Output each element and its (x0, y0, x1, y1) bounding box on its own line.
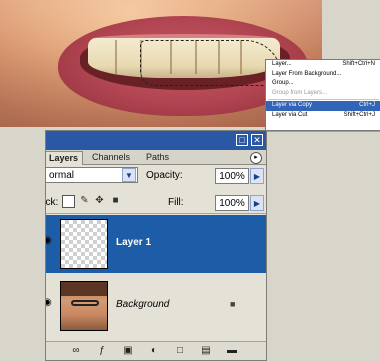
lock-all-icon[interactable]: ■ (110, 195, 121, 206)
menu-item-label: Layer From Background... (272, 70, 342, 77)
blend-opacity-row: ormal ▼ Opacity: 100% ▶ (46, 165, 266, 187)
panel-footer: ∞ ƒ ▣ ◐ □ ▤ ▬ (46, 341, 266, 360)
add-mask-icon[interactable]: ▣ (122, 345, 134, 357)
close-icon[interactable]: ✕ (251, 134, 263, 146)
panel-tabs: Layers Channels Paths (46, 150, 266, 165)
menu-item-group-from-layers: Group from Layers... (266, 89, 380, 99)
opacity-field[interactable]: 100% (215, 168, 249, 184)
menu-item-layer-from-background[interactable]: Layer From Background... (266, 70, 380, 80)
lock-position-icon[interactable]: ✥ (94, 195, 105, 206)
tab-channels[interactable]: Channels (88, 151, 134, 164)
new-layer-menu: Layer... Shift+Ctrl+N Layer From Backgro… (265, 59, 380, 131)
lock-icon: ■ (230, 299, 236, 309)
lock-transparency-icon[interactable] (62, 195, 75, 208)
opacity-label: Opacity: (146, 170, 183, 181)
lock-label: ock: (45, 197, 59, 208)
lock-fill-row: ock: ✎ ✥ ■ Fill: 100% ▶ (46, 192, 266, 214)
menu-item-layer-via-cut[interactable]: Layer via Cut Shift+Ctrl+J (266, 111, 380, 121)
minimize-icon[interactable]: □ (236, 134, 248, 146)
menu-item-group[interactable]: Group... (266, 79, 380, 89)
eye-icon[interactable]: ◉ (46, 236, 53, 246)
layer-name[interactable]: Background (116, 299, 169, 311)
panel-menu-icon[interactable]: ▸ (250, 152, 262, 164)
menu-item-shortcut: Shift+Ctrl+N (342, 61, 375, 67)
chevron-down-icon[interactable]: ▼ (122, 168, 136, 182)
menu-item-label: Group... (272, 80, 294, 86)
menu-item-shortcut: Shift+Ctrl+J (343, 111, 375, 118)
layer-style-icon[interactable]: ƒ (96, 345, 108, 357)
menu-item-label: Layer via Cut (272, 111, 308, 118)
menu-separator (268, 99, 379, 100)
fill-label: Fill: (168, 197, 184, 208)
marquee-selection[interactable] (140, 40, 282, 86)
thumbnail-glasses (71, 300, 99, 306)
menu-item-label: Layer via Copy (272, 102, 313, 108)
lock-pixels-icon[interactable]: ✎ (79, 195, 90, 206)
new-layer-icon[interactable]: ▤ (200, 345, 212, 357)
fill-field[interactable]: 100% (215, 195, 249, 211)
menu-item-new-layer[interactable]: Layer... Shift+Ctrl+N (266, 60, 380, 70)
layer-row-layer-1[interactable]: ◉ Layer 1 (46, 215, 266, 273)
fill-slider-button[interactable]: ▶ (250, 195, 264, 211)
panel-divider (46, 213, 266, 214)
tab-layers[interactable]: Layers (46, 151, 84, 165)
menu-item-label: Layer... (272, 61, 292, 67)
layers-panel: □ ✕ Layers Channels Paths ▸ ormal ▼ Opac… (45, 130, 267, 361)
panel-titlebar[interactable]: □ ✕ (46, 131, 266, 150)
adjustment-layer-icon[interactable]: ◐ (148, 345, 160, 357)
link-layers-icon[interactable]: ∞ (70, 345, 82, 357)
layer-name[interactable]: Layer 1 (116, 237, 151, 249)
menu-item-label: Group from Layers... (272, 89, 328, 96)
new-group-icon[interactable]: □ (174, 345, 186, 357)
layer-thumbnail (60, 281, 108, 331)
layer-thumbnail (60, 219, 108, 269)
delete-layer-icon[interactable]: ▬ (226, 345, 238, 357)
layer-row-background[interactable]: ◉ Background ■ (46, 277, 266, 335)
opacity-slider-button[interactable]: ▶ (250, 168, 264, 184)
tab-paths[interactable]: Paths (142, 151, 173, 164)
eye-icon[interactable]: ◉ (46, 298, 53, 308)
menu-item-layer-via-copy[interactable]: Layer via Copy Ctrl+J (266, 101, 380, 111)
thumbnail-hair (61, 282, 107, 296)
menu-item-shortcut: Ctrl+J (359, 102, 375, 108)
tooth-gap (115, 40, 117, 74)
